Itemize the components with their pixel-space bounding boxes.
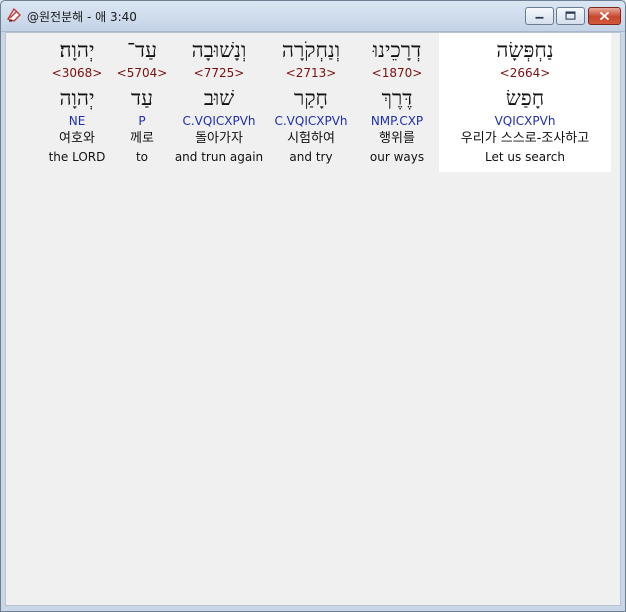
word-column-1[interactable]: נַחְפְּשָׂה <2664> חָפַשׂ VQICXPVh 우리가 스… xyxy=(439,33,611,172)
word-column-6[interactable]: יְהוָה׃ <3068> יְהוָה NE 여호와 the LORD xyxy=(44,33,110,172)
korean-gloss: 우리가 스스로-조사하고 xyxy=(460,131,590,146)
english-gloss: and trun again xyxy=(174,150,264,164)
word-column-3[interactable]: וְנַחְקֹרָה <2713> חָקַר C.VQICXPVh 시험하여… xyxy=(268,33,354,172)
lemma: עַד xyxy=(131,86,153,110)
close-button[interactable] xyxy=(588,7,621,25)
korean-gloss: 행위를 xyxy=(379,131,415,146)
morphology-code: C.VQICXPVh xyxy=(182,114,256,128)
korean-gloss: 여호와 xyxy=(59,131,95,146)
hebrew-word: וְנַחְקֹרָה xyxy=(281,38,341,62)
strong-number[interactable]: <5704> xyxy=(116,65,168,81)
hebrew-word: יְהוָה׃ xyxy=(59,38,95,62)
morphology-code: C.VQICXPVh xyxy=(274,114,348,128)
strong-number[interactable]: <1870> xyxy=(361,65,433,81)
hebrew-word: נַחְפְּשָׂה xyxy=(496,38,554,62)
word-column-4[interactable]: וְנָשׁוּבָה <7725> שׁוּב C.VQICXPVh 돌아가자… xyxy=(174,33,264,172)
english-gloss: and try xyxy=(289,150,333,164)
maximize-button[interactable] xyxy=(556,7,585,25)
morphology-code: NE xyxy=(68,114,86,128)
word-column-2[interactable]: דְרָכֵינוּ <1870> דֶּרֶךְ NMP.CXP 행위를 ou… xyxy=(361,33,433,172)
interlinear-view: נַחְפְּשָׂה <2664> חָפַשׂ VQICXPVh 우리가 스… xyxy=(5,32,621,606)
english-gloss: our ways xyxy=(369,150,425,164)
hebrew-word: דְרָכֵינוּ xyxy=(372,38,422,62)
english-gloss: to xyxy=(135,150,149,164)
korean-gloss: 시험하여 xyxy=(287,131,335,146)
lemma: שׁוּב xyxy=(203,86,235,110)
hebrew-word: וְנָשׁוּבָה xyxy=(191,38,247,62)
strong-number[interactable]: <7725> xyxy=(174,65,264,81)
lemma: דֶּרֶךְ xyxy=(381,86,413,110)
lemma: יְהוָה xyxy=(59,86,95,110)
lemma: חָקַר xyxy=(294,86,328,110)
minimize-button[interactable] xyxy=(525,7,554,25)
title-bar[interactable]: @원전분해 - 애 3:40 xyxy=(1,1,625,32)
english-gloss: the LORD xyxy=(48,150,106,164)
strong-number[interactable]: <2713> xyxy=(268,65,354,81)
lemma: חָפַשׂ xyxy=(505,86,545,110)
close-icon xyxy=(599,11,610,21)
app-window: @원전분해 - 애 3:40 נַחְפְּשָׂה <2664> חָפַשׂ… xyxy=(0,0,626,612)
hebrew-word: עַד־ xyxy=(126,38,158,62)
strong-number[interactable]: <2664> xyxy=(439,65,611,81)
korean-gloss: 돌아가자 xyxy=(195,131,243,146)
english-gloss: Let us search xyxy=(485,150,565,164)
korean-gloss: 께로 xyxy=(130,131,154,146)
minimize-icon xyxy=(535,16,544,19)
morphology-code: VQICXPVh xyxy=(494,114,556,128)
morphology-code: P xyxy=(138,114,146,128)
morphology-code: NMP.CXP xyxy=(370,114,424,128)
strong-number[interactable]: <3068> xyxy=(44,65,110,81)
window-title: @원전분해 - 애 3:40 xyxy=(27,10,137,24)
app-icon xyxy=(7,7,21,22)
word-column-5[interactable]: עַד־ <5704> עַד P 께로 to xyxy=(116,33,168,172)
maximize-icon xyxy=(565,11,576,20)
